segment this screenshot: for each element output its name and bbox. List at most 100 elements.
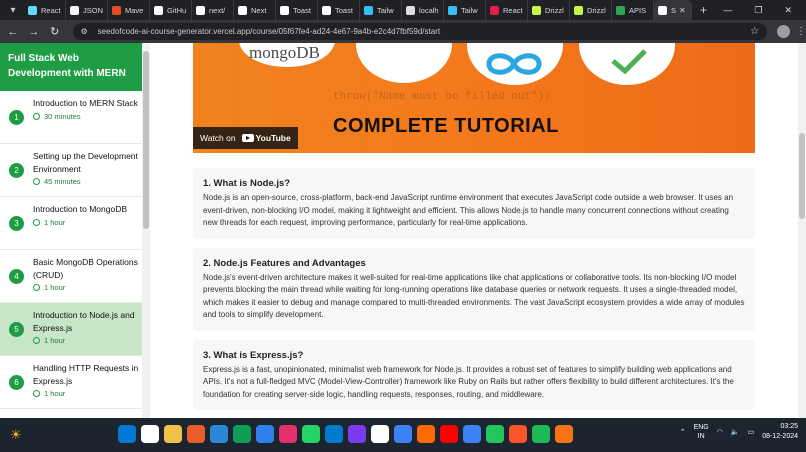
- watch-on-youtube-button[interactable]: Watch on YouTube: [193, 127, 298, 149]
- browser-tab[interactable]: React: [486, 0, 528, 20]
- browser-tab[interactable]: Tailw: [444, 0, 486, 20]
- tab-favicon-icon: [490, 5, 499, 15]
- lesson-duration: 1 hour: [33, 218, 141, 227]
- tab-favicon-icon: [616, 5, 625, 15]
- menu-kebab-icon[interactable]: ⋮: [796, 26, 806, 37]
- tab-favicon-icon: [364, 5, 373, 15]
- lesson-item[interactable]: 6 Handling HTTP Requests in Express.js 1 h…: [0, 356, 149, 409]
- youtube-label: YouTube: [255, 133, 291, 143]
- taskbar-app-icon[interactable]: [210, 425, 228, 443]
- wifi-icon[interactable]: ◠: [717, 428, 723, 436]
- taskbar-app-icon[interactable]: [463, 425, 481, 443]
- taskbar-app-icon[interactable]: [417, 425, 435, 443]
- lesson-number-badge: 2: [9, 163, 24, 178]
- browser-tab[interactable]: Next: [234, 0, 276, 20]
- taskbar-app-icon[interactable]: [256, 425, 274, 443]
- taskbar-app-icon[interactable]: [164, 425, 182, 443]
- tab-active[interactable]: S ✕: [654, 0, 692, 20]
- volume-icon[interactable]: 🔈: [731, 428, 740, 436]
- lesson-number-badge: 4: [9, 269, 24, 284]
- tab-favicon-icon: [28, 5, 37, 15]
- taskbar-app-icon[interactable]: [440, 425, 458, 443]
- taskbar-app-icon[interactable]: [486, 425, 504, 443]
- profile-avatar[interactable]: [777, 25, 790, 38]
- clock-icon: [33, 178, 40, 185]
- taskbar-app-icon[interactable]: [233, 425, 251, 443]
- taskbar-app-icon[interactable]: [118, 425, 136, 443]
- lesson-duration: 1 hour: [33, 283, 141, 292]
- new-tab-button[interactable]: +: [700, 3, 707, 17]
- browser-tab[interactable]: Drizzl: [528, 0, 570, 20]
- browser-tab[interactable]: Toast: [276, 0, 318, 20]
- browser-tab[interactable]: Drizzl: [570, 0, 612, 20]
- taskbar-app-icon[interactable]: [279, 425, 297, 443]
- close-window-icon[interactable]: ✕: [784, 5, 792, 16]
- reload-icon[interactable]: ↻: [47, 25, 63, 38]
- video-watermark: throw("Name must be filled out");: [333, 91, 551, 103]
- browser-tab[interactable]: JSON: [66, 0, 108, 20]
- browser-tab[interactable]: Mave: [108, 0, 150, 20]
- browser-tab[interactable]: Tailw: [360, 0, 402, 20]
- site-info-icon[interactable]: ⚙: [81, 27, 90, 36]
- tab-label: Mave: [125, 5, 144, 15]
- sidebar-scroll-thumb[interactable]: [143, 51, 149, 229]
- tab-search-icon[interactable]: ▾: [6, 4, 20, 16]
- forward-arrow-icon[interactable]: →: [26, 26, 42, 38]
- course-title: Full Stack Web Development with MERN: [0, 43, 149, 91]
- tab-favicon-icon: [70, 5, 79, 15]
- lesson-title: Setting up the Development Environment: [33, 151, 138, 174]
- tab-label: localh: [419, 5, 439, 15]
- lesson-item[interactable]: 2 Setting up the Development Environment 4…: [0, 144, 149, 197]
- lesson-duration-text: 1 hour: [44, 336, 66, 345]
- chevron-up-icon[interactable]: ⌃: [680, 428, 686, 436]
- taskbar-app-icon[interactable]: [555, 425, 573, 443]
- section-heading: 1. What is Node.js?: [203, 178, 291, 189]
- lesson-duration-text: 45 minutes: [44, 177, 81, 186]
- taskbar-app-icon[interactable]: [325, 425, 343, 443]
- close-tab-icon[interactable]: ✕: [679, 6, 686, 15]
- section-heading: 3. What is Express.js?: [203, 349, 304, 361]
- tab-favicon-icon: [532, 5, 541, 15]
- taskbar-app-icon[interactable]: [509, 425, 527, 443]
- taskbar-app-icon[interactable]: [371, 425, 389, 443]
- window-controls: — ❐ ✕: [723, 5, 806, 16]
- taskbar-app-icon[interactable]: [187, 425, 205, 443]
- content-sections: 1. What is Node.js? Node.js is an open-so…: [193, 168, 755, 418]
- mongodb-logo-text: mongoDB: [249, 43, 320, 62]
- bookmark-star-icon[interactable]: ☆: [750, 26, 759, 37]
- lesson-item[interactable]: 5 Introduction to Node.js and Express.js 1…: [0, 303, 149, 356]
- taskbar-app-icon[interactable]: [532, 425, 550, 443]
- tab-label: next/: [209, 5, 226, 15]
- lesson-item[interactable]: 1 Introduction to MERN Stack 30 minutes: [0, 91, 149, 144]
- lesson-item[interactable]: 4 Basic MongoDB Operations (CRUD) 1 hour: [0, 250, 149, 303]
- tab-label: Tailw: [461, 5, 478, 15]
- taskbar-app-icon[interactable]: [394, 425, 412, 443]
- browser-tab[interactable]: next/: [192, 0, 234, 20]
- weather-widget-icon[interactable]: ☀: [10, 425, 30, 445]
- tab-favicon-icon: [658, 5, 667, 15]
- video-embed[interactable]: mongoDB throw("Name must be filled out")…: [193, 43, 755, 153]
- browser-tab[interactable]: GitHu: [150, 0, 192, 20]
- lesson-item[interactable]: 3 Introduction to MongoDB 1 hour: [0, 197, 149, 250]
- lesson-list: 1 Introduction to MERN Stack 30 minutes 2 Se…: [0, 91, 149, 418]
- lesson-item[interactable]: 7Building RESTful APIs with: [0, 409, 149, 418]
- tab-label: Toast: [293, 5, 311, 15]
- browser-tab[interactable]: localh: [402, 0, 444, 20]
- battery-icon[interactable]: ▭: [748, 428, 755, 436]
- sidebar-scrollbar[interactable]: [142, 43, 150, 418]
- page-scroll-thumb[interactable]: [799, 133, 805, 219]
- browser-tab[interactable]: Toast: [318, 0, 360, 20]
- restore-icon[interactable]: ❐: [754, 5, 762, 16]
- language-indicator[interactable]: ENG IN: [694, 423, 709, 441]
- taskbar-app-icon[interactable]: [302, 425, 320, 443]
- address-bar[interactable]: ⚙ seedofcode-ai-course-generator.vercel.…: [72, 23, 768, 40]
- taskbar-app-icon[interactable]: [141, 425, 159, 443]
- browser-tab[interactable]: React: [24, 0, 66, 20]
- minimize-icon[interactable]: —: [723, 5, 732, 16]
- browser-tab[interactable]: APIS: [612, 0, 654, 20]
- page-scrollbar[interactable]: [798, 43, 806, 418]
- taskbar-app-icon[interactable]: [348, 425, 366, 443]
- lesson-duration-text: 30 minutes: [44, 111, 81, 121]
- system-clock[interactable]: 03:25 08-12-2024: [762, 422, 798, 442]
- back-arrow-icon[interactable]: ←: [5, 26, 21, 38]
